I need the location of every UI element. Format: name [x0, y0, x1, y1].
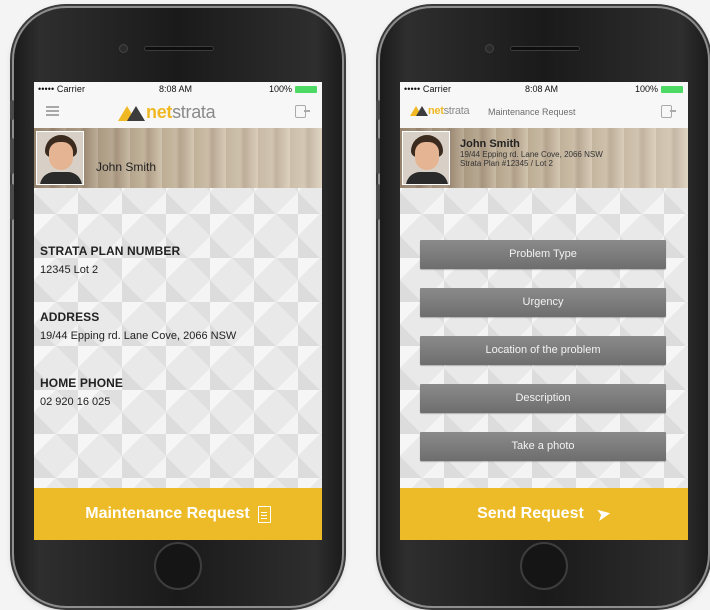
- avatar: [402, 131, 450, 185]
- logo-text-strata: strata: [172, 102, 216, 122]
- send-icon: ➤: [594, 502, 613, 525]
- document-icon: [257, 505, 271, 523]
- home-phone-value: 02 920 16 025: [40, 396, 111, 408]
- battery-icon: [295, 86, 317, 93]
- logo-mark-icon: [118, 105, 146, 121]
- home-phone-label: HOME PHONE: [40, 376, 124, 390]
- nav-bar: net strata: [34, 96, 322, 129]
- front-camera: [120, 45, 127, 52]
- profile-header: John Smith: [34, 128, 322, 188]
- page-title: Maintenance Request: [488, 107, 576, 117]
- problem-type-button[interactable]: Problem Type: [420, 240, 666, 269]
- profile-header: John Smith 19/44 Epping rd. Lane Cove, 2…: [400, 128, 688, 188]
- take-photo-button[interactable]: Take a photo: [420, 432, 666, 461]
- phone-right: ••••• Carrier 8:08 AM 100% net strata Mai…: [376, 8, 708, 606]
- netstrata-logo: net strata: [118, 102, 216, 123]
- maintenance-request-label: Maintenance Request: [85, 505, 250, 522]
- logout-icon[interactable]: [295, 105, 310, 118]
- volume-down-button: [376, 184, 380, 220]
- avatar: [36, 131, 84, 185]
- battery-percent: 100%: [634, 84, 658, 94]
- status-bar: ••••• Carrier 8:08 AM 100%: [34, 82, 322, 96]
- netstrata-logo[interactable]: net strata: [410, 105, 470, 117]
- clock: 8:08 AM: [159, 84, 193, 94]
- volume-up-button: [376, 138, 380, 174]
- logo-text-net: net: [428, 105, 444, 117]
- screen-maintenance-request: ••••• Carrier 8:08 AM 100% net strata Mai…: [400, 82, 688, 540]
- earpiece-speaker: [510, 46, 580, 51]
- urgency-button[interactable]: Urgency: [420, 288, 666, 317]
- description-button[interactable]: Description: [420, 384, 666, 413]
- user-address: 19/44 Epping rd. Lane Cove, 2066 NSW: [460, 150, 603, 159]
- volume-down-button: [10, 184, 14, 220]
- carrier-label: ••••• Carrier: [38, 84, 86, 94]
- carrier-label: ••••• Carrier: [404, 84, 452, 94]
- status-bar: ••••• Carrier 8:08 AM 100%: [400, 82, 688, 96]
- earpiece-speaker: [144, 46, 214, 51]
- mute-switch: [10, 100, 14, 120]
- nav-bar: net strata Maintenance Request: [400, 96, 688, 129]
- screen-profile: ••••• Carrier 8:08 AM 100% net strata Joh…: [34, 82, 322, 540]
- logo-text-net: net: [146, 102, 173, 122]
- logo-text-strata: strata: [443, 105, 470, 117]
- battery-icon: [661, 86, 683, 93]
- mute-switch: [376, 100, 380, 120]
- hamburger-menu-icon[interactable]: [46, 106, 59, 116]
- front-camera: [486, 45, 493, 52]
- battery-percent: 100%: [268, 84, 292, 94]
- logout-icon[interactable]: [661, 105, 676, 118]
- address-label: ADDRESS: [40, 310, 100, 324]
- strata-plan-label: STRATA PLAN NUMBER: [40, 244, 181, 258]
- user-name: John Smith: [460, 138, 520, 150]
- send-request-button[interactable]: Send Request ➤: [400, 488, 688, 540]
- user-info: John Smith 19/44 Epping rd. Lane Cove, 2…: [460, 138, 603, 168]
- strata-plan-value: 12345 Lot 2: [40, 264, 99, 276]
- maintenance-request-button[interactable]: Maintenance Request: [34, 488, 322, 540]
- logo-mark-icon: [410, 106, 428, 116]
- address-value: 19/44 Epping rd. Lane Cove, 2066 NSW: [40, 330, 237, 342]
- location-button[interactable]: Location of the problem: [420, 336, 666, 365]
- phone-left: ••••• Carrier 8:08 AM 100% net strata Joh…: [10, 8, 342, 606]
- user-name: John Smith: [96, 160, 157, 174]
- send-request-label: Send Request: [477, 505, 584, 522]
- clock: 8:08 AM: [525, 84, 559, 94]
- home-button[interactable]: [520, 542, 568, 590]
- user-strata-plan: Strata Plan #12345 / Lot 2: [460, 159, 553, 168]
- volume-up-button: [10, 138, 14, 174]
- home-button[interactable]: [154, 542, 202, 590]
